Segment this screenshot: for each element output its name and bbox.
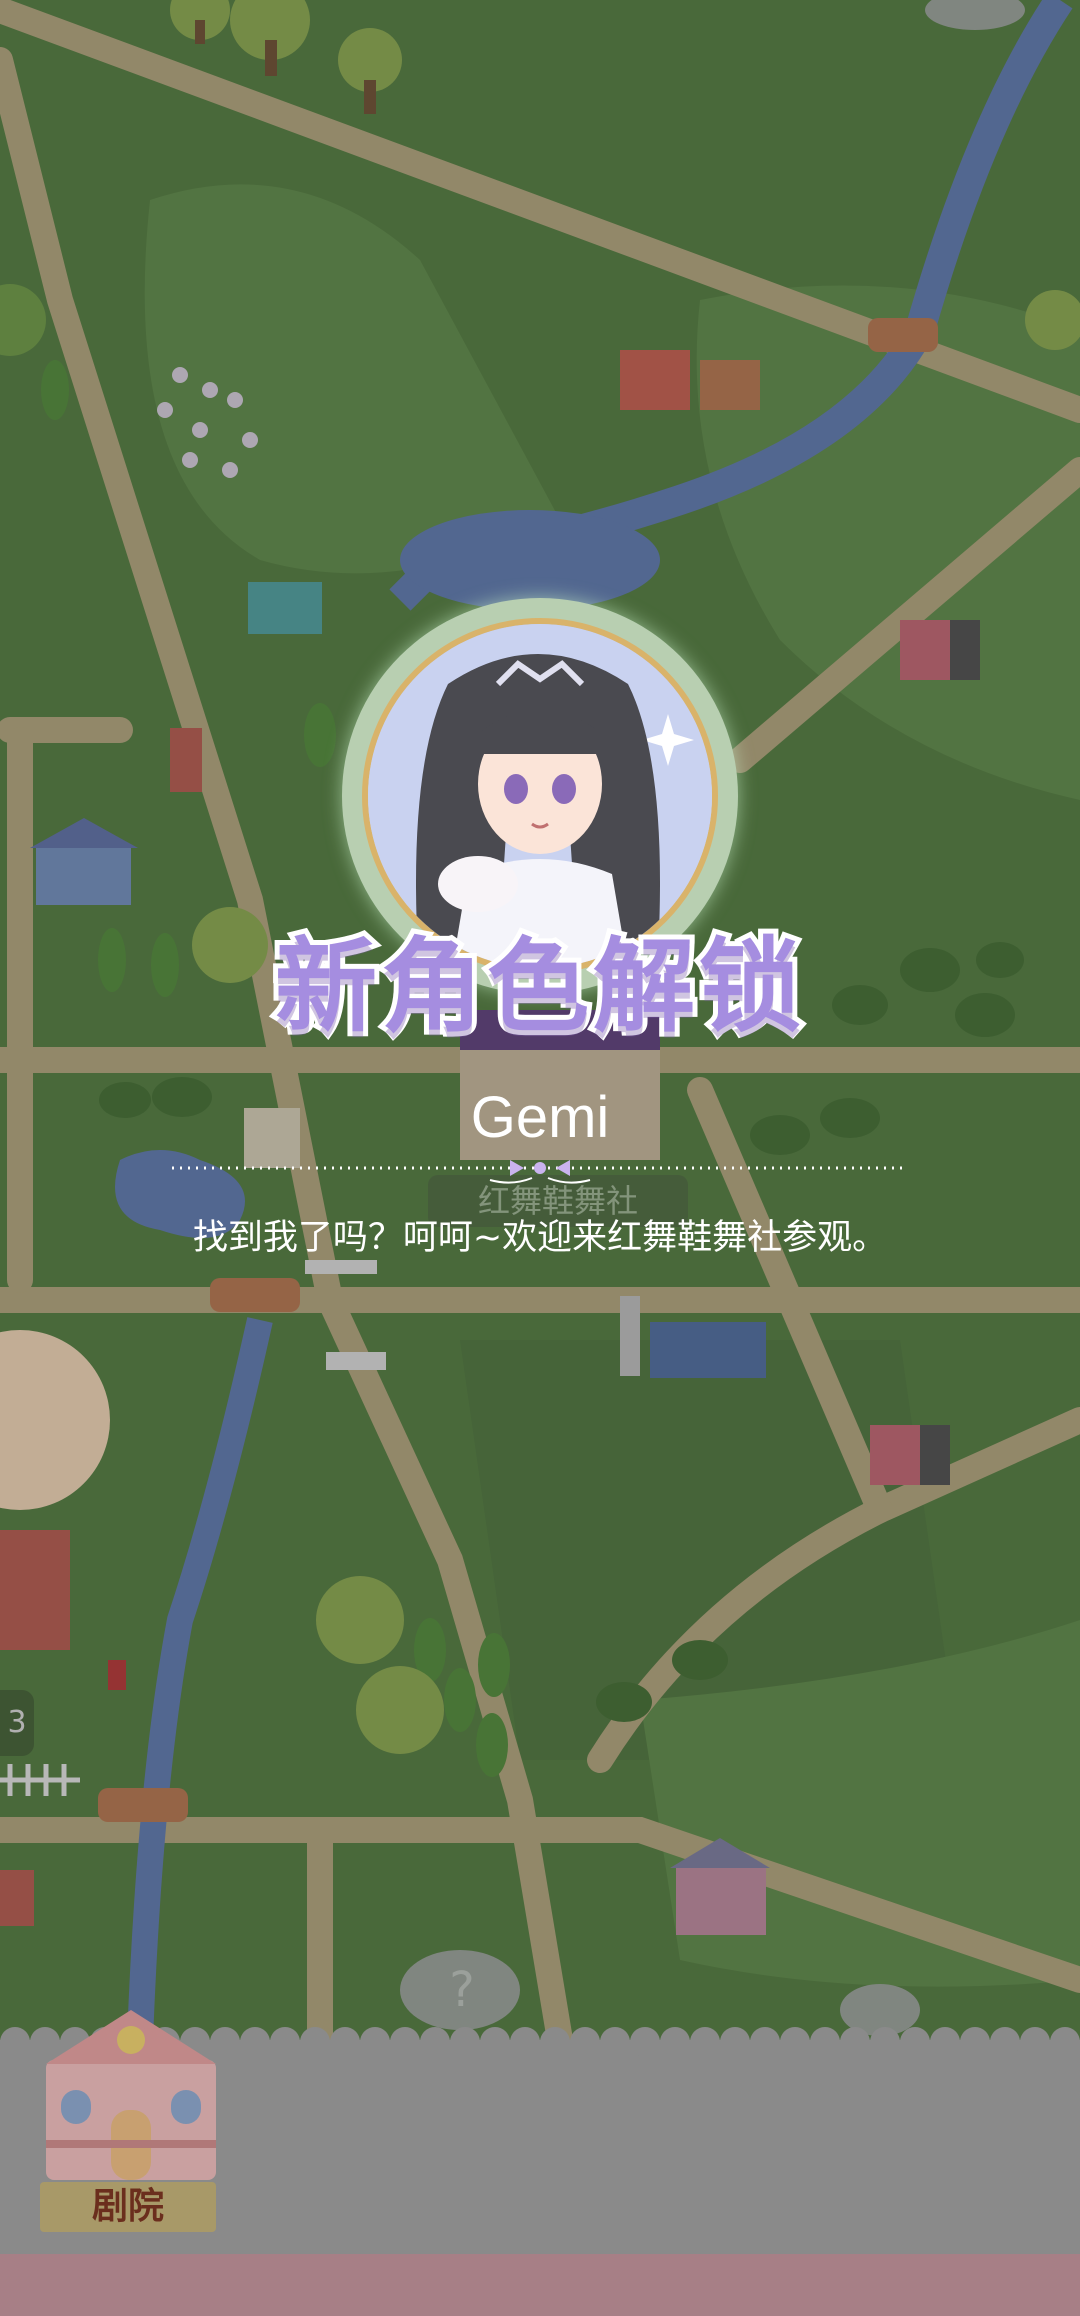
bottom-strip bbox=[0, 2254, 1080, 2316]
character-dialogue: 找到我了吗？呵呵~欢迎来红舞鞋舞社参观。 bbox=[192, 1218, 888, 1258]
theater-nav-label[interactable]: 剧院 bbox=[40, 2182, 216, 2232]
new-character-unlocked-title: 新角色解锁 bbox=[270, 923, 806, 1052]
bow-divider-icon bbox=[172, 1160, 908, 1184]
character-name: Gemi bbox=[470, 1085, 610, 1150]
